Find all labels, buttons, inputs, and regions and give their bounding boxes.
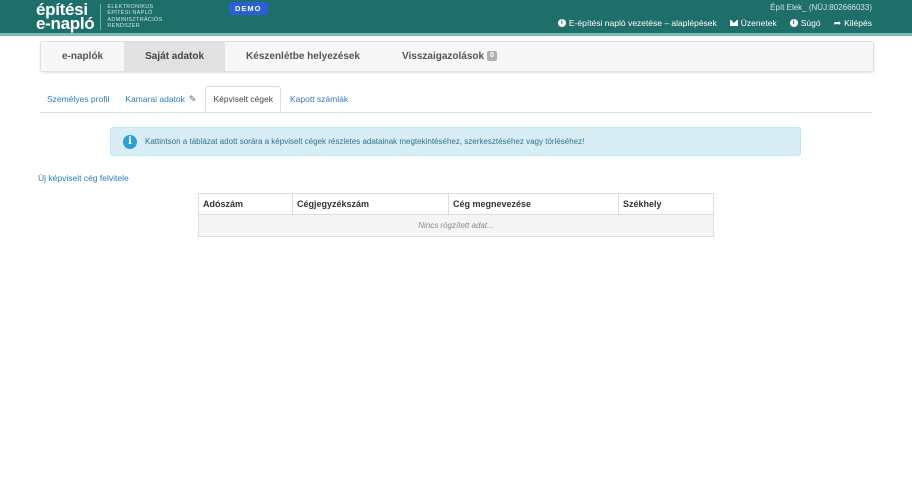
nav-item-label: Visszaigazolások xyxy=(402,51,485,62)
messages-link[interactable]: Üzenetek xyxy=(729,18,777,28)
help-link-label: Súgó xyxy=(800,18,821,28)
tab-label: Kapott számlák xyxy=(290,94,349,104)
tab-kapott-szamlak[interactable]: Kapott számlák xyxy=(283,86,355,112)
logo-subtitle-4: RENDSZER xyxy=(107,23,141,29)
logo-wordmark: építési e-napló xyxy=(36,1,95,33)
table-row: Nincs rögzített adat... xyxy=(198,214,714,237)
user-label: Épít Elek_ (NÜJ:802666033) xyxy=(770,3,872,12)
logout-arrow-icon: ➦ xyxy=(833,18,842,28)
nav-item-sajat-adatok[interactable]: Saját adatok xyxy=(124,42,226,71)
nav-item-label: Saját adatok xyxy=(145,51,205,62)
logout-link-label: Kilépés xyxy=(844,18,872,28)
messages-link-label: Üzenetek xyxy=(740,18,777,28)
tab-kepviselt-cegek[interactable]: Képviselt cégek xyxy=(205,86,281,112)
pencil-icon: ✎ xyxy=(188,94,197,104)
help-link[interactable]: i Súgó xyxy=(789,18,821,28)
column-header-szekhely[interactable]: Székhely xyxy=(618,193,714,215)
demo-badge: DEMO xyxy=(229,2,268,15)
guide-link-label: E-építési napló vezetése – alaplépések xyxy=(568,18,717,28)
info-circle-icon: i xyxy=(123,134,137,149)
nav-item-label: e-naplók xyxy=(62,51,104,62)
tab-szemelyes-profil[interactable]: Személyes profil xyxy=(40,86,116,112)
column-header-cegjegyzekszam[interactable]: Cégjegyzékszám xyxy=(292,193,449,215)
app-logo[interactable]: építési e-napló ELEKTRONIKUS ÉPÍTÉSI NAP… xyxy=(36,1,163,33)
empty-table-message: Nincs rögzített adat... xyxy=(198,214,714,237)
logo-subtitle: ELEKTRONIKUS ÉPÍTÉSI NAPLÓ ADMINISZTRÁCI… xyxy=(107,4,162,30)
tab-label: Képviselt cégek xyxy=(213,94,273,104)
logo-separator xyxy=(100,3,102,30)
logout-link[interactable]: ➦ Kilépés xyxy=(834,18,872,28)
main-nav: e-naplók Saját adatok Készenlétbe helyez… xyxy=(40,41,874,72)
top-links: i E-építési napló vezetése – alaplépések… xyxy=(557,18,872,28)
info-alert: i Kattintson a táblázat adott sorára a k… xyxy=(110,127,801,156)
nav-item-label: Készenlétbe helyezések xyxy=(246,51,360,62)
envelope-icon xyxy=(729,20,738,26)
tab-label: Személyes profil xyxy=(47,94,110,104)
companies-table: Adószám Cégjegyzékszám Cég megnevezése S… xyxy=(198,193,714,237)
info-alert-text: Kattintson a táblázat adott sorára a kép… xyxy=(145,137,585,146)
tab-label: Kamarai adatok xyxy=(125,94,185,104)
new-company-link[interactable]: Új képviselt cég felvitele xyxy=(38,173,129,183)
sub-tabs: Személyes profil Kamarai adatok ✎ Képvise… xyxy=(40,86,872,113)
guide-link[interactable]: i E-építési napló vezetése – alaplépések xyxy=(557,18,717,28)
count-badge: 0 xyxy=(487,51,497,62)
tab-kamarai-adatok[interactable]: Kamarai adatok ✎ xyxy=(118,86,203,112)
table-header-row: Adószám Cégjegyzékszám Cég megnevezése S… xyxy=(198,193,714,215)
logo-line-2: e-napló xyxy=(36,13,95,33)
column-header-adoszam[interactable]: Adószám xyxy=(198,193,293,215)
nav-item-visszaigazolasok[interactable]: Visszaigazolások 0 xyxy=(381,42,518,71)
nav-item-keszenletbe-helyezesek[interactable]: Készenlétbe helyezések xyxy=(225,42,381,71)
top-bar: építési e-napló ELEKTRONIKUS ÉPÍTÉSI NAP… xyxy=(0,0,912,36)
help-icon: i xyxy=(789,19,798,27)
info-icon: i xyxy=(557,19,566,27)
column-header-ceg-megnevezese[interactable]: Cég megnevezése xyxy=(448,193,619,215)
nav-item-e-naplok[interactable]: e-naplók xyxy=(41,42,124,71)
